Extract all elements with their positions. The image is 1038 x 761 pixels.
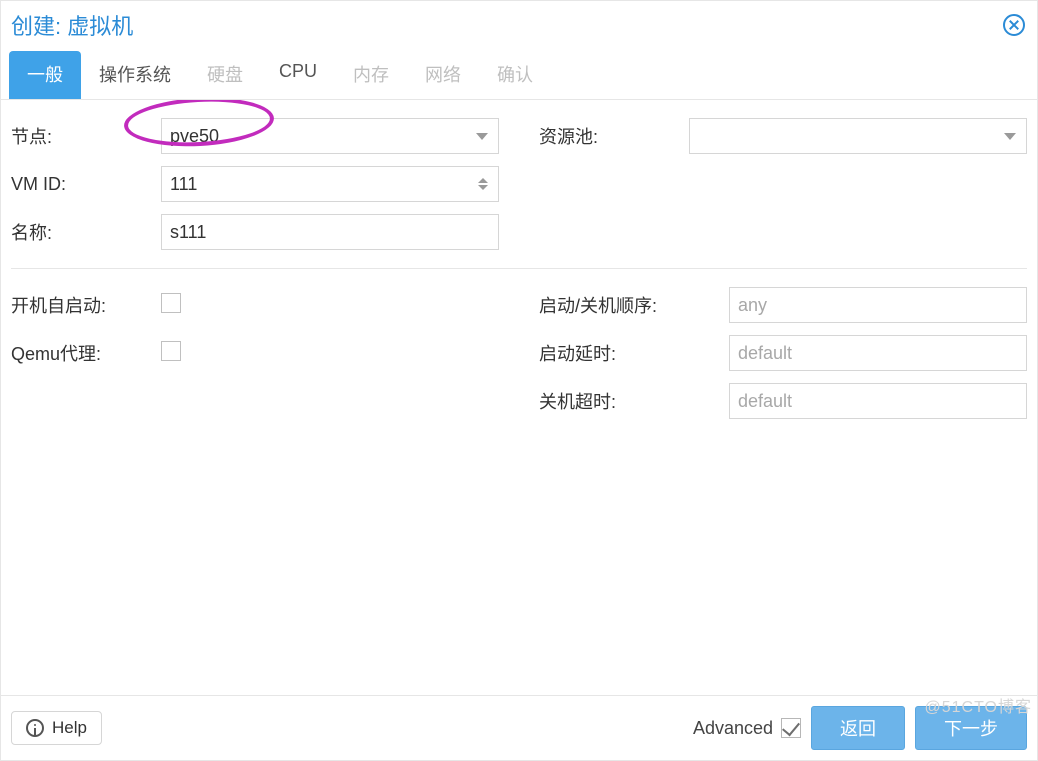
bottombar: Help Advanced 返回 下一步: [1, 695, 1037, 760]
back-button[interactable]: 返回: [811, 706, 905, 750]
spin-down-icon[interactable]: [478, 185, 488, 190]
startup-delay-label: 启动延时:: [539, 340, 729, 366]
order-input[interactable]: [729, 287, 1027, 323]
vmid-value: 111: [170, 174, 478, 195]
titlebar: 创建: 虚拟机: [1, 1, 1037, 51]
name-label: 名称:: [11, 219, 161, 245]
shutdown-timeout-label: 关机超时:: [539, 388, 729, 414]
close-icon[interactable]: [1003, 14, 1025, 36]
qemu-agent-label: Qemu代理:: [11, 340, 161, 366]
pool-combo[interactable]: [689, 118, 1027, 154]
node-label: 节点:: [11, 123, 161, 149]
tab-memory: 内存: [335, 51, 407, 99]
create-vm-dialog: 创建: 虚拟机 一般 操作系统 硬盘 CPU 内存 网络 确认 节点: pve5…: [0, 0, 1038, 761]
tab-cpu[interactable]: CPU: [261, 51, 335, 99]
advanced-label: Advanced: [693, 718, 773, 739]
tab-os[interactable]: 操作系统: [81, 51, 189, 99]
chevron-down-icon: [476, 133, 488, 140]
advanced-checkbox[interactable]: [781, 718, 801, 738]
tab-general[interactable]: 一般: [9, 51, 81, 99]
node-combo[interactable]: pve50: [161, 118, 499, 154]
tab-confirm: 确认: [479, 51, 551, 99]
dialog-title: 创建: 虚拟机: [11, 9, 133, 41]
wizard-tabs: 一般 操作系统 硬盘 CPU 内存 网络 确认: [1, 51, 1037, 100]
vmid-label: VM ID:: [11, 174, 161, 195]
help-label: Help: [52, 718, 87, 738]
qemu-agent-checkbox[interactable]: [161, 341, 181, 361]
help-button[interactable]: Help: [11, 711, 102, 745]
startup-delay-input[interactable]: [729, 335, 1027, 371]
autostart-label: 开机自启动:: [11, 292, 161, 318]
form-area: 节点: pve50 VM ID: 111: [1, 100, 1037, 695]
vmid-spinner[interactable]: 111: [161, 166, 499, 202]
pool-label: 资源池:: [539, 123, 689, 149]
shutdown-timeout-input[interactable]: [729, 383, 1027, 419]
tab-disk: 硬盘: [189, 51, 261, 99]
order-label: 启动/关机顺序:: [539, 292, 729, 318]
next-button[interactable]: 下一步: [915, 706, 1027, 750]
tab-network: 网络: [407, 51, 479, 99]
advanced-toggle[interactable]: Advanced: [693, 718, 801, 739]
spin-up-icon[interactable]: [478, 178, 488, 183]
separator: [11, 268, 1027, 269]
name-input[interactable]: [161, 214, 499, 250]
chevron-down-icon: [1004, 133, 1016, 140]
node-value: pve50: [170, 126, 476, 147]
info-icon: [26, 719, 44, 737]
autostart-checkbox[interactable]: [161, 293, 181, 313]
